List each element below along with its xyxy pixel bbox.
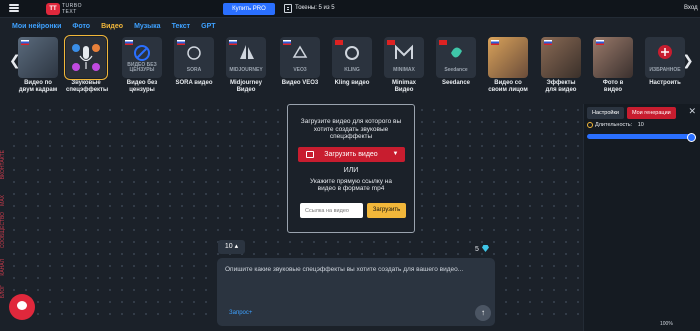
side-link-community[interactable]: СООБЩЕСТВО [0, 212, 6, 248]
send-arrow-icon[interactable]: ↑ [475, 305, 491, 321]
film-icon [305, 150, 314, 158]
card-uncensored-video[interactable]: ВИДЕО БЕЗ ЦЕНЗУРЫ Видео без цензуры [122, 37, 162, 93]
login-link[interactable]: Вход [684, 5, 698, 11]
microphone-icon [72, 44, 100, 71]
category-nav: Мои нейронки Фото Видео Музыка Текст GPT [12, 23, 216, 30]
nav-photo[interactable]: Фото [72, 23, 90, 30]
card-seedance[interactable]: Seedance Seedance [436, 37, 476, 87]
top-bar: TT TURBO TEXT Купить PRO Токены: 5 из 5 В… [0, 0, 700, 18]
social-links: БЛОГ КАНАЛ СООБЩЕСТВО MAX ВКОНТАКТЕ [0, 130, 8, 320]
token-cost: 5 [475, 246, 479, 253]
url-instructions: Укажите прямую ссылку на видео в формате… [310, 177, 392, 193]
nav-music[interactable]: Музыка [134, 23, 161, 30]
duration-setting: Длительность: 10 [587, 122, 644, 128]
card-sora-video[interactable]: SORA SORA видео [174, 37, 214, 87]
close-icon[interactable]: ✕ [688, 106, 696, 117]
load-url-button[interactable]: Загрузить [367, 203, 406, 218]
nav-video[interactable]: Видео [101, 23, 123, 30]
prompt-textarea[interactable]: Опишите какие звуковые спецэффекты вы хо… [225, 266, 490, 273]
side-link-vk[interactable]: ВКОНТАКТЕ [0, 150, 6, 179]
card-midjourney-video[interactable]: MIDJOURNEY Midjourney Видео [226, 37, 266, 93]
card-photo-to-video[interactable]: Фото в видео [593, 37, 633, 93]
info-icon [587, 122, 593, 128]
side-link-channel[interactable]: КАНАЛ [0, 259, 6, 276]
card-customize[interactable]: ИЗБРАННОЕ Настроить [645, 37, 685, 87]
nav-my-models[interactable]: Мои нейронки [12, 23, 61, 30]
zoom-level[interactable]: 100% [660, 321, 673, 327]
or-divider: ИЛИ [343, 166, 359, 174]
card-face-video[interactable]: Видео со своим лицом [488, 37, 528, 93]
settings-panel: Настройки Мои генерации ✕ Длительность: … [583, 104, 700, 331]
tab-my-generations[interactable]: Мои генерации [626, 107, 676, 119]
buy-pro-button[interactable]: Купить PRO [223, 3, 275, 15]
logo-mark[interactable]: TT [46, 3, 60, 15]
card-two-frame-video[interactable]: Видео по двум кадрам [18, 37, 58, 93]
model-carousel: Видео по двум кадрам Звуковые спецэффект… [18, 35, 688, 102]
prompt-box: Опишите какие звуковые спецэффекты вы хо… [217, 258, 495, 326]
card-veo3-video[interactable]: VEO3 Видео VEO3 [280, 37, 320, 87]
count-selector[interactable]: 10 ▴ [218, 240, 245, 254]
nav-gpt[interactable]: GPT [201, 23, 215, 30]
upload-instructions: Загрузите видео для которого вы хотите с… [300, 118, 402, 140]
duration-slider[interactable] [587, 133, 696, 142]
side-link-max[interactable]: MAX [0, 195, 6, 206]
logo-text[interactable]: TURBO TEXT [62, 3, 82, 15]
prompt-plus-link[interactable]: Запрос+ [229, 310, 252, 316]
card-kling-video[interactable]: KLING Kling видео [332, 37, 372, 87]
add-icon [658, 45, 672, 59]
card-minimax-video[interactable]: MINIMAX Minimax Видео [384, 37, 424, 93]
tokens-icon [284, 4, 292, 13]
card-video-effects[interactable]: Эффекты для видео [541, 37, 581, 93]
menu-icon[interactable] [9, 4, 19, 12]
card-sound-effects[interactable]: Звуковые спецэффекты [64, 35, 108, 93]
chevron-down-icon[interactable]: ▼ [393, 147, 399, 162]
video-url-input[interactable] [300, 203, 363, 218]
chat-support-icon[interactable] [9, 294, 35, 320]
nav-text[interactable]: Текст [172, 23, 191, 30]
tokens-label: Токены: 5 из 5 [295, 5, 335, 11]
tab-settings[interactable]: Настройки [587, 107, 624, 119]
upload-video-button[interactable]: Загрузить видео ▼ [297, 146, 405, 162]
upload-dialog: Загрузите видео для которого вы хотите с… [287, 104, 415, 233]
side-link-blog[interactable]: БЛОГ [0, 285, 6, 298]
